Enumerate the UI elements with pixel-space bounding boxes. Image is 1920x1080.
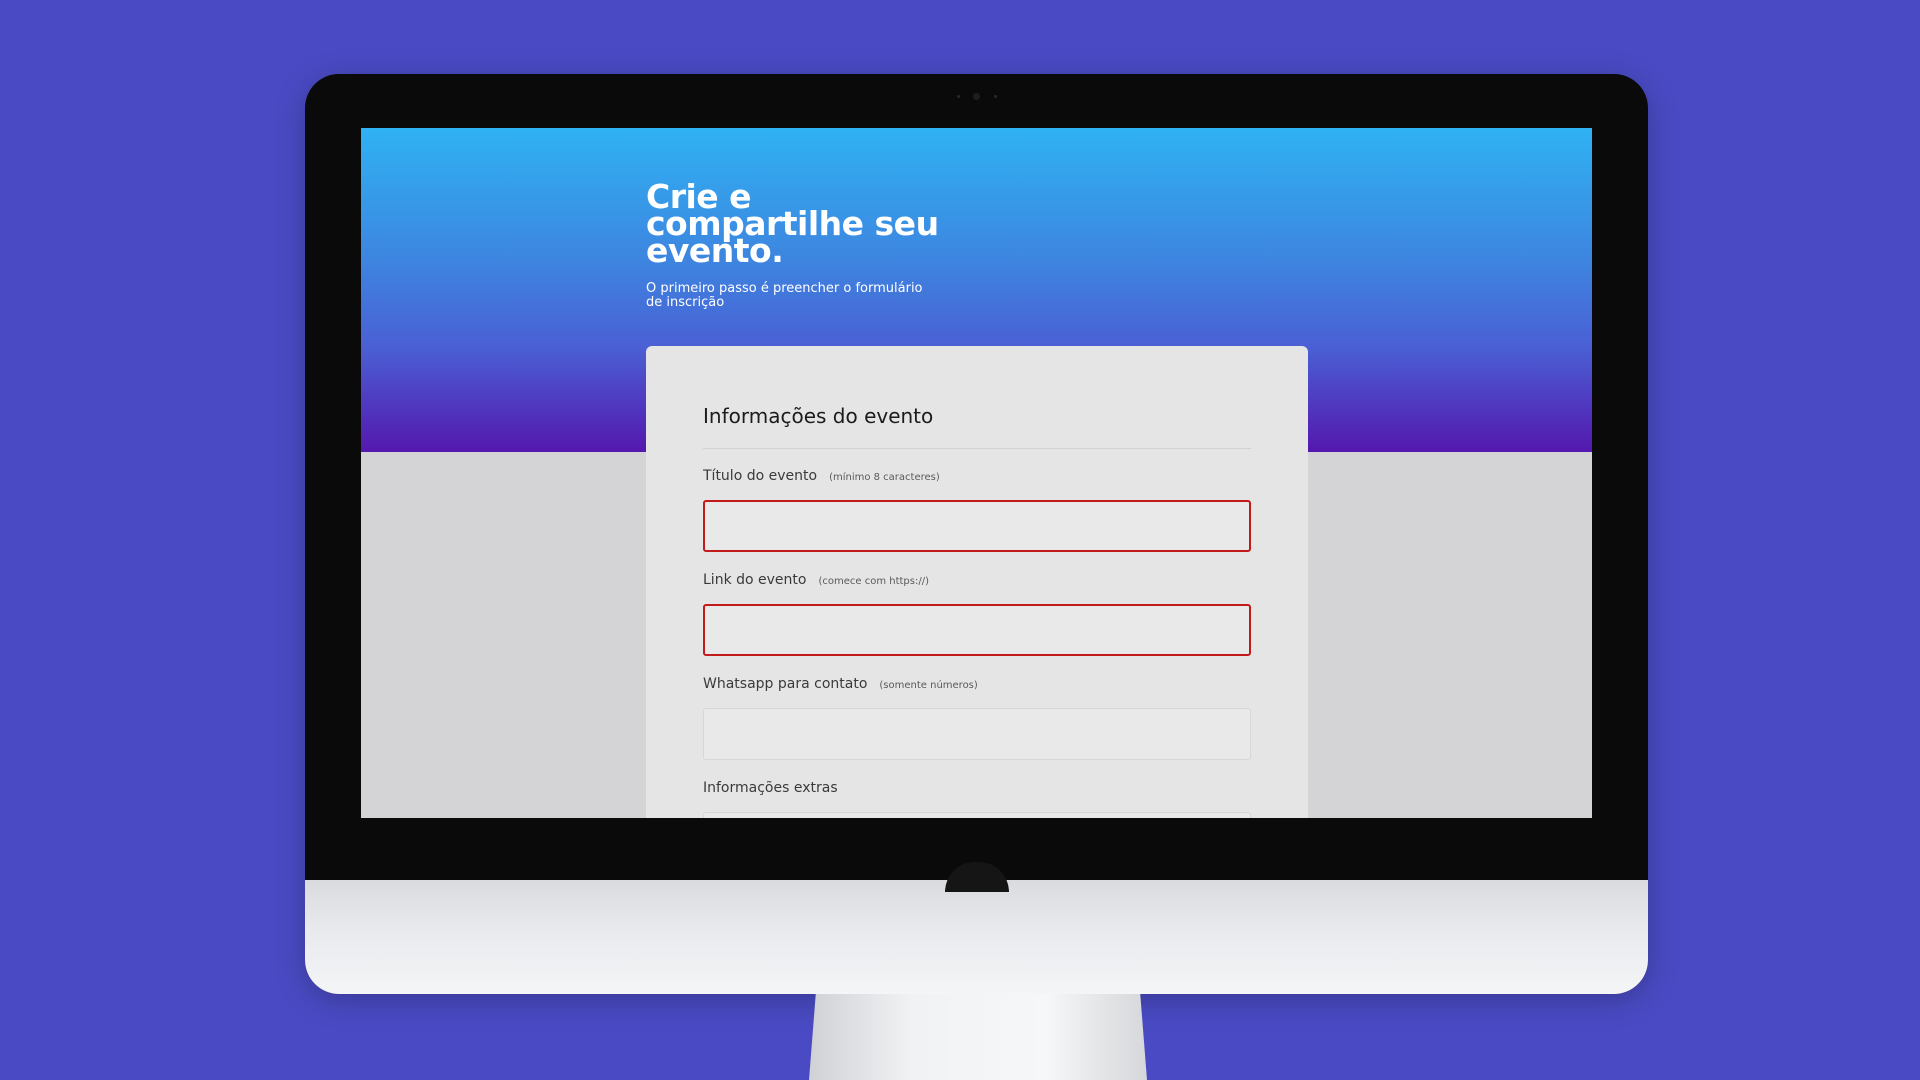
event-title-hint: (mínimo 8 caracteres) <box>829 472 940 483</box>
monitor-stand <box>809 994 1147 1080</box>
extra-info-label: Informações extras <box>703 780 838 796</box>
whatsapp-label: Whatsapp para contato (somente números) <box>703 676 978 692</box>
hero-subtitle: O primeiro passo é preencher o formulári… <box>646 281 923 310</box>
screen: Crie e compartilhe seu evento. O primeir… <box>361 128 1592 818</box>
event-link-input[interactable] <box>703 604 1251 656</box>
extra-info-input[interactable] <box>703 812 1251 818</box>
whatsapp-hint: (somente números) <box>879 680 978 691</box>
event-title-input[interactable] <box>703 500 1251 552</box>
whatsapp-input[interactable] <box>703 708 1251 760</box>
hero-title: Crie e compartilhe seu evento. <box>646 177 939 270</box>
form-divider <box>703 448 1251 449</box>
form-title: Informações do evento <box>703 404 934 428</box>
event-link-hint: (comece com https://) <box>818 576 929 587</box>
event-form-card: Informações do evento Título do evento (m… <box>646 346 1308 818</box>
event-title-label: Título do evento (mínimo 8 caracteres) <box>703 468 940 484</box>
camera-icon <box>956 92 997 100</box>
event-link-label: Link do evento (comece com https://) <box>703 572 929 588</box>
monitor-chin <box>305 880 1648 994</box>
logo-icon <box>944 862 1009 892</box>
